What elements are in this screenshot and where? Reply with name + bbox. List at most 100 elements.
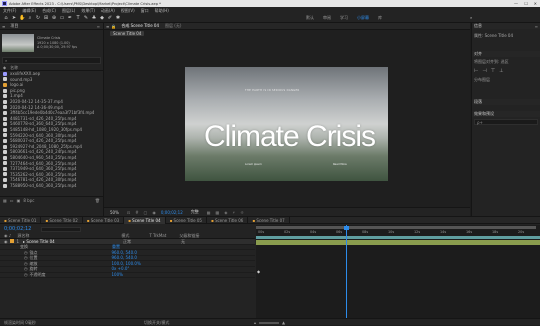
- tab-scene-title-03[interactable]: ▪ Scene Title 03: [83, 216, 125, 224]
- close-button[interactable]: ✕: [534, 1, 537, 6]
- effects-presets-title[interactable]: 效果和预设: [474, 111, 494, 117]
- layer-duration-bar[interactable]: [256, 240, 540, 245]
- roto-tool-icon[interactable]: ✐: [107, 15, 113, 21]
- delete-icon[interactable]: 🗑: [95, 198, 100, 203]
- menu-window[interactable]: 窗口: [141, 8, 149, 14]
- tab-scene-title-04[interactable]: ▪ Scene Title 04: [124, 216, 166, 224]
- transparency-grid-icon[interactable]: ▩: [216, 210, 220, 215]
- mask-icon[interactable]: ▢: [144, 210, 148, 215]
- panel-menu-icon[interactable]: ≡: [2, 24, 5, 29]
- zoom-select[interactable]: 50%: [110, 210, 119, 215]
- camera-tool-icon[interactable]: ⊞: [43, 15, 49, 21]
- timeline-panel: ▪ Scene Title 01 ▪ Scene Title 02 ▪ Scen…: [0, 216, 540, 325]
- zoom-out-icon[interactable]: ▴: [254, 320, 256, 325]
- interpret-footage-icon[interactable]: ▦: [3, 198, 7, 203]
- align-right-icon[interactable]: ⊤: [491, 68, 495, 74]
- brush-tool-icon[interactable]: ✎: [83, 15, 89, 21]
- project-search-input[interactable]: ⌕: [2, 57, 101, 64]
- playhead-handle[interactable]: [344, 226, 349, 230]
- hand-tool-icon[interactable]: ✋: [19, 15, 25, 21]
- property-row[interactable]: ◷ 不透明度 100%: [0, 272, 255, 279]
- grid-icon[interactable]: #: [135, 210, 138, 215]
- tab-scene-title-07[interactable]: ▪ Scene Title 07: [248, 216, 290, 224]
- snapshot-icon[interactable]: ⊡: [127, 210, 130, 215]
- tab-scene-title-06[interactable]: ▪ Scene Title 06: [207, 216, 249, 224]
- eraser-tool-icon[interactable]: ◆: [99, 15, 105, 21]
- bpc-label[interactable]: 8 bpc: [23, 198, 34, 203]
- playhead[interactable]: [346, 225, 347, 318]
- type-tool-icon[interactable]: T: [75, 15, 81, 21]
- paragraph-panel-title[interactable]: 段落: [474, 99, 482, 105]
- workspace-libraries[interactable]: 库: [378, 15, 382, 21]
- fast-preview-icon[interactable]: ⚡: [232, 210, 235, 215]
- zoom-in-icon[interactable]: ▲: [282, 320, 285, 325]
- keyframe-icon[interactable]: ◆: [257, 269, 260, 274]
- pen-tool-icon[interactable]: ✒: [67, 15, 73, 21]
- list-item[interactable]: 7588950-sd_640_360_25fps.mp4: [0, 183, 103, 189]
- tab-scene-title-05[interactable]: ▪ Scene Title 05: [166, 216, 207, 224]
- minimize-button[interactable]: —: [514, 1, 518, 6]
- exposure-icon[interactable]: ☼: [240, 210, 244, 215]
- panel-options-icon[interactable]: ≡: [97, 24, 100, 29]
- 3d-view-icon[interactable]: ◈: [224, 210, 227, 215]
- layer-duration-bar-2[interactable]: [256, 236, 540, 239]
- panel-menu-icon[interactable]: ≡: [106, 24, 109, 29]
- tab-scene-title-02[interactable]: ▪ Scene Title 02: [41, 216, 83, 224]
- new-comp-icon[interactable]: ▣: [17, 198, 21, 203]
- align-panel-title[interactable]: 对齐: [474, 51, 482, 57]
- workspace-default[interactable]: 默认: [306, 15, 314, 21]
- tab-layer[interactable]: 图层 (无): [162, 23, 184, 29]
- menu-view[interactable]: 视图(V): [121, 8, 135, 14]
- maximize-button[interactable]: ☐: [524, 1, 528, 6]
- new-folder-icon[interactable]: ▭: [10, 198, 14, 203]
- menu-edit[interactable]: 编辑(E): [22, 8, 36, 14]
- column-header-name[interactable]: 名称: [10, 65, 18, 71]
- rotate-tool-icon[interactable]: ↻: [35, 15, 41, 21]
- menu-effect[interactable]: 效果(T): [81, 8, 95, 14]
- pan-behind-tool-icon[interactable]: ⊕: [51, 15, 57, 21]
- quality-select[interactable]: 完整: [191, 209, 199, 215]
- workspace-review[interactable]: 审阅: [323, 15, 331, 21]
- stamp-tool-icon[interactable]: ♣: [91, 15, 97, 21]
- menu-file[interactable]: 文件(F): [3, 8, 16, 14]
- layer-mode[interactable]: 正常: [123, 239, 181, 245]
- effects-search-input[interactable]: ρ+: [474, 119, 538, 125]
- align-center-icon[interactable]: ⊣: [482, 68, 486, 74]
- tab-scene-title-01[interactable]: ▪ Scene Title 01: [0, 216, 42, 224]
- rectangle-tool-icon[interactable]: ▭: [59, 15, 65, 21]
- time-ruler[interactable]: 00s 02s 04s 06s 08s 10s 12s 14s 16s 18s …: [256, 229, 540, 235]
- panel-options-icon[interactable]: ≡: [535, 24, 538, 29]
- menu-composition[interactable]: 合成(C): [42, 8, 56, 14]
- tab-composition[interactable]: 合成 Scene Title 04: [118, 23, 162, 29]
- comp-timecode[interactable]: 0;00;02;12: [161, 210, 183, 215]
- visibility-icon[interactable]: ◉: [4, 239, 8, 245]
- menu-layer[interactable]: 图层(L): [62, 8, 75, 14]
- zoom-tool-icon[interactable]: ⌕: [27, 15, 33, 21]
- column-header-trkmat[interactable]: T TrkMat: [149, 233, 179, 238]
- stopwatch-icon[interactable]: ◷: [24, 272, 28, 278]
- layer-parent[interactable]: 无: [181, 239, 185, 245]
- lock-icon[interactable]: 🔒: [111, 24, 116, 29]
- menu-help[interactable]: 帮助(H): [155, 8, 169, 14]
- timeline-timecode[interactable]: 0;00;02;12: [4, 226, 31, 232]
- video-file-icon: [3, 110, 7, 115]
- workspace-small-screen[interactable]: 小屏幕: [357, 15, 369, 21]
- region-icon[interactable]: ▦: [207, 210, 211, 215]
- label-color-swatch[interactable]: [9, 239, 14, 244]
- puppet-tool-icon[interactable]: ✱: [115, 15, 121, 21]
- align-top-icon[interactable]: ⊥: [499, 68, 503, 74]
- home-icon[interactable]: ⌂: [3, 15, 9, 21]
- breadcrumb[interactable]: Scene Title 04: [110, 30, 145, 36]
- align-left-icon[interactable]: ⊢: [474, 68, 478, 74]
- timeline-zoom-slider[interactable]: [259, 321, 280, 324]
- timeline-tracks[interactable]: 00s 02s 04s 06s 08s 10s 12s 14s 16s 18s …: [256, 225, 540, 318]
- camera-icon[interactable]: ◉: [152, 210, 156, 215]
- selection-tool-icon[interactable]: ➤: [11, 15, 17, 21]
- timeline-search-input[interactable]: [41, 226, 82, 232]
- search-help-icon[interactable]: ⌕: [470, 15, 472, 20]
- menu-animation[interactable]: 动画(A): [101, 8, 115, 14]
- comp-viewer[interactable]: THE EARTH IS IN SERIOUS DANGER Climate C…: [185, 67, 388, 181]
- info-panel-title[interactable]: 信息: [474, 23, 482, 29]
- workspace-learn[interactable]: 学习: [340, 15, 348, 21]
- tab-project[interactable]: 项目: [7, 23, 21, 29]
